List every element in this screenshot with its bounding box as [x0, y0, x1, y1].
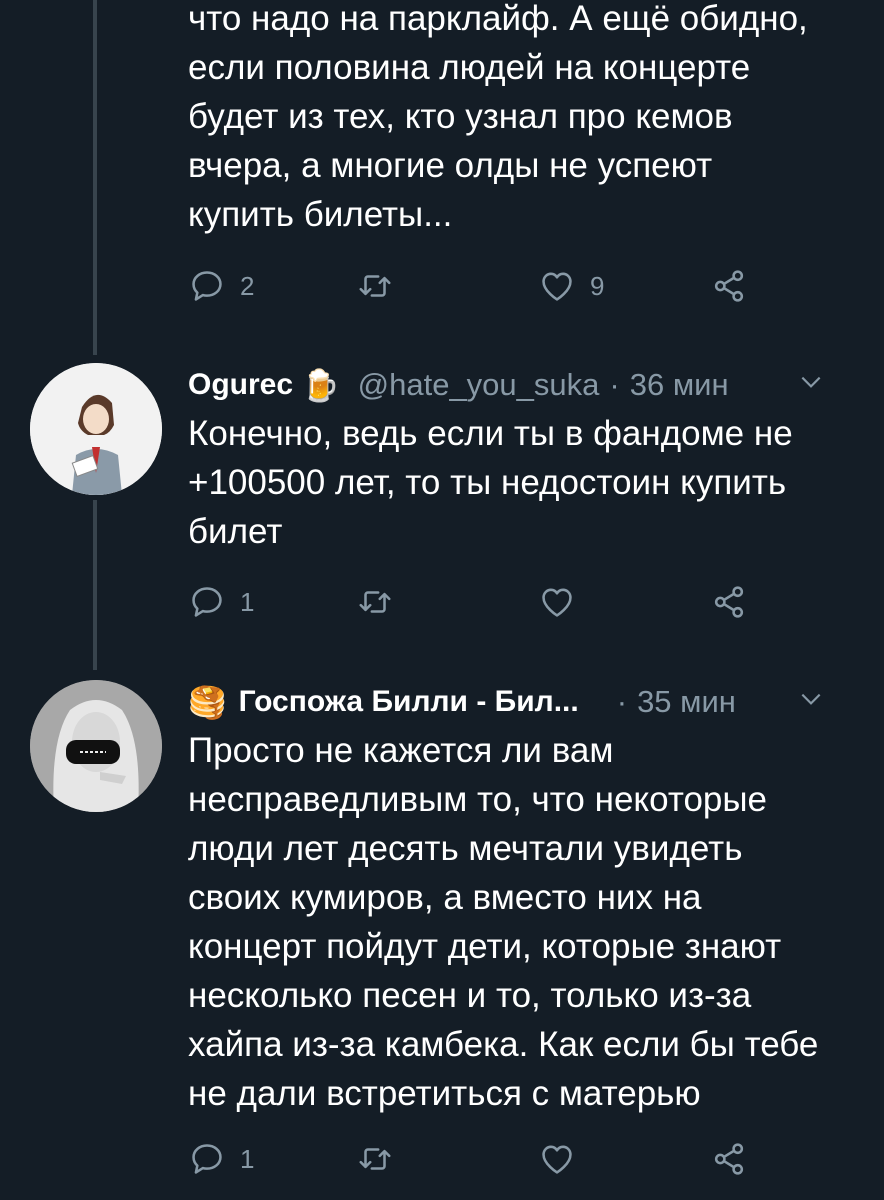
- tweet-card[interactable]: что надо на парклайф. А ещё обидно, если…: [0, 0, 884, 340]
- tweet-actions: 2 9: [188, 264, 768, 308]
- display-name[interactable]: Госпожа Билли - Бил...: [239, 685, 579, 719]
- tweet-time[interactable]: 36 мин: [630, 367, 729, 403]
- share-icon: [714, 586, 744, 618]
- chevron-down-icon[interactable]: [798, 369, 824, 395]
- beer-emoji: 🍺: [301, 367, 340, 403]
- reply-count: 1: [240, 586, 255, 617]
- avatar-image: [30, 680, 162, 812]
- heart-icon: [542, 588, 572, 617]
- retweet-button[interactable]: [356, 1137, 408, 1181]
- heart-icon: [542, 1145, 572, 1174]
- tweet-header: 🥞 Госпожа Билли - Бил... · 35 мин: [188, 680, 858, 724]
- share-button[interactable]: [710, 580, 748, 624]
- avatar[interactable]: [30, 680, 162, 812]
- pancakes-emoji: 🥞: [188, 684, 227, 720]
- user-handle[interactable]: @hate_you_suka: [358, 367, 600, 403]
- avatar[interactable]: [30, 363, 162, 495]
- reply-count: 2: [240, 270, 255, 301]
- heart-icon: [542, 272, 572, 301]
- tweet-text: что надо на парклайф. А ещё обидно, если…: [188, 0, 808, 234]
- tweet-card[interactable]: 🥞 Госпожа Билли - Бил... · 35 мин Просто…: [0, 675, 884, 1200]
- like-button[interactable]: 9: [538, 264, 604, 308]
- retweet-button[interactable]: [356, 580, 408, 624]
- separator-dot: ·: [616, 684, 628, 719]
- tweet-header: Ogurec 🍺 @hate_you_suka · 36 мин: [188, 363, 858, 407]
- separator-dot: ·: [609, 367, 620, 402]
- reply-count: 1: [240, 1143, 255, 1174]
- share-button[interactable]: [710, 264, 748, 308]
- tweet-actions: 1: [188, 580, 768, 624]
- retweet-icon: [359, 1148, 391, 1170]
- tweet-card[interactable]: Ogurec 🍺 @hate_you_suka · 36 мин Конечно…: [0, 355, 884, 675]
- reply-button[interactable]: 1: [188, 580, 254, 624]
- retweet-icon: [359, 275, 391, 297]
- tweet-text: Просто не кажется ли вам несправедливым …: [188, 731, 819, 1113]
- like-button[interactable]: [538, 580, 590, 624]
- reply-icon: [192, 1144, 222, 1174]
- retweet-button[interactable]: [356, 264, 408, 308]
- share-icon: [714, 1143, 744, 1175]
- share-button[interactable]: [710, 1137, 748, 1181]
- like-button[interactable]: [538, 1137, 590, 1181]
- reply-icon: [192, 271, 222, 301]
- tweet-text: Конечно, ведь если ты в фандоме не +1005…: [188, 414, 793, 551]
- display-name[interactable]: Ogurec: [188, 368, 293, 402]
- avatar-image: [30, 363, 162, 495]
- tweet-actions: 1: [188, 1137, 768, 1181]
- share-icon: [714, 270, 744, 302]
- reply-button[interactable]: 2: [188, 264, 254, 308]
- reply-icon: [192, 587, 222, 617]
- reply-button[interactable]: 1: [188, 1137, 254, 1181]
- like-count: 9: [590, 270, 605, 301]
- tweet-time[interactable]: 35 мин: [637, 684, 736, 720]
- retweet-icon: [359, 591, 391, 613]
- chevron-down-icon[interactable]: [798, 686, 824, 712]
